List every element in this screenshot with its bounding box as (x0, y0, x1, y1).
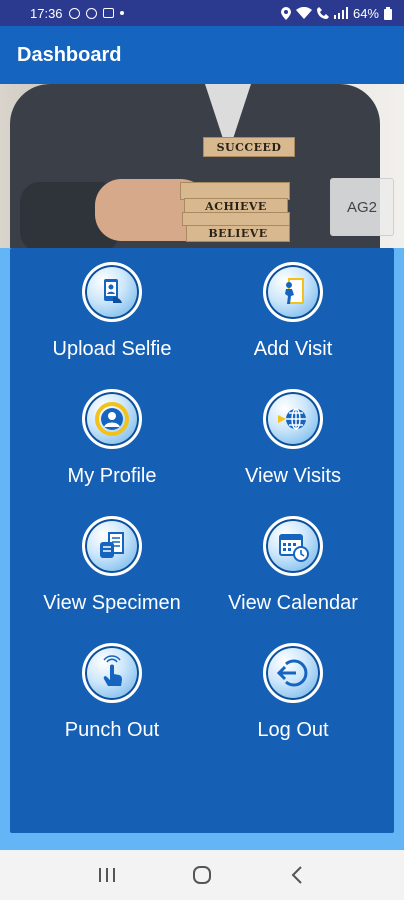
recent-apps-icon (99, 868, 116, 882)
log-out-tile[interactable]: Log Out (198, 643, 388, 742)
whatsapp-icon (68, 7, 80, 19)
upload-selfie-tile[interactable]: Upload Selfie (17, 262, 207, 361)
add-visit-tile[interactable]: Add Visit (198, 262, 388, 361)
punch-out-label: Punch Out (64, 719, 160, 741)
view-calendar-tile[interactable]: View Calendar (198, 516, 388, 615)
hero-banner: SUCCEED ACHIEVE BELIEVE AG2 (0, 84, 404, 248)
specimen-icon[interactable] (82, 516, 142, 576)
view-visits-icon[interactable] (263, 389, 323, 449)
my-profile-label: My Profile (67, 465, 157, 487)
punch-out-icon[interactable] (82, 643, 142, 703)
home-icon (192, 866, 211, 884)
add-visit-label: Add Visit (253, 338, 333, 360)
view-calendar-label: View Calendar (228, 592, 358, 614)
page-title: Dashboard (17, 43, 122, 66)
profile-icon[interactable] (82, 389, 142, 449)
view-specimen-tile[interactable]: View Specimen (17, 516, 207, 615)
signal-icon (333, 7, 348, 19)
view-specimen-label: View Specimen (43, 592, 181, 614)
location-icon (280, 6, 291, 20)
status-time: 17:36 (30, 5, 63, 21)
back-button[interactable] (282, 860, 312, 890)
status-bar: 17:36 64% (0, 0, 404, 26)
recent-apps-button[interactable] (92, 860, 122, 890)
add-visit-icon[interactable] (263, 262, 323, 322)
view-visits-label: View Visits (245, 465, 341, 487)
gallery-icon (102, 8, 114, 18)
banner-block-succeed: SUCCEED (203, 137, 295, 157)
call-signal-icon (316, 7, 329, 19)
upload-selfie-label: Upload Selfie (52, 338, 172, 360)
view-visits-tile[interactable]: View Visits (198, 389, 388, 488)
back-icon (291, 866, 302, 884)
punch-out-tile[interactable]: Punch Out (17, 643, 207, 742)
battery-percent: 64% (352, 5, 379, 21)
banner-block-blank-2 (182, 212, 290, 226)
battery-icon (384, 6, 392, 20)
log-out-label: Log Out (257, 719, 329, 741)
upload-selfie-icon[interactable] (82, 262, 142, 322)
banner-block-believe: BELIEVE (186, 225, 290, 242)
notification-icon (85, 7, 97, 19)
logout-icon[interactable] (263, 643, 323, 703)
more-notifications-icon (119, 11, 124, 15)
app-bar: Dashboard (0, 26, 404, 84)
home-button[interactable] (187, 860, 217, 890)
banner-badge: AG2 (330, 178, 394, 236)
system-nav-bar (0, 850, 404, 900)
calendar-icon[interactable] (263, 516, 323, 576)
wifi-icon (295, 7, 312, 19)
my-profile-tile[interactable]: My Profile (17, 389, 207, 488)
